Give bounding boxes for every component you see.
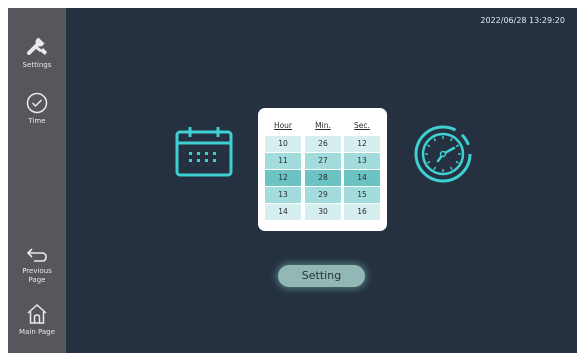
previous-page-label: Previous Page — [22, 267, 52, 284]
hour-cell[interactable]: 14 — [265, 204, 301, 220]
calendar-icon — [175, 127, 233, 177]
previous-page-button[interactable]: Previous Page — [8, 246, 66, 285]
minute-cell-selected[interactable]: 28 — [305, 170, 341, 186]
hour-cell[interactable]: 11 — [265, 153, 301, 169]
wall-clock-icon — [414, 125, 472, 183]
back-arrow-icon — [27, 248, 47, 262]
datetime-display: 2022/06/28 13:29:20 — [480, 16, 565, 25]
minute-cell[interactable]: 27 — [305, 153, 341, 169]
wrench-icon — [27, 34, 47, 55]
hour-cell[interactable]: 10 — [265, 136, 301, 152]
second-cell-selected[interactable]: 14 — [344, 170, 380, 186]
minute-cell[interactable]: 29 — [305, 187, 341, 203]
settings-label: Settings — [22, 61, 52, 69]
time-picker: Hour 10 11 12 13 14 Min. 26 27 28 29 30 … — [258, 108, 387, 231]
main-page-label: Main Page — [19, 328, 55, 336]
hour-header: Hour — [273, 121, 293, 130]
time-label: Time — [28, 117, 46, 125]
hour-cell-selected[interactable]: 12 — [265, 170, 301, 186]
hour-cell[interactable]: 13 — [265, 187, 301, 203]
time-button[interactable]: Time — [8, 92, 66, 126]
second-cell[interactable]: 13 — [344, 153, 380, 169]
setting-button[interactable]: Setting — [278, 265, 365, 287]
second-cell[interactable]: 15 — [344, 187, 380, 203]
app-window: Settings Time Previous Page Main Page 20… — [8, 8, 577, 353]
home-icon — [27, 303, 47, 324]
settings-button[interactable]: Settings — [8, 34, 66, 70]
main-page-button[interactable]: Main Page — [8, 303, 66, 337]
minute-cell[interactable]: 30 — [305, 204, 341, 220]
sidebar: Settings Time Previous Page Main Page — [8, 8, 66, 353]
second-cell[interactable]: 12 — [344, 136, 380, 152]
minute-header: Min. — [315, 121, 331, 130]
second-header: Sec. — [354, 121, 370, 130]
second-cell[interactable]: 16 — [344, 204, 380, 220]
minute-cell[interactable]: 26 — [305, 136, 341, 152]
check-circle-icon — [26, 92, 48, 114]
